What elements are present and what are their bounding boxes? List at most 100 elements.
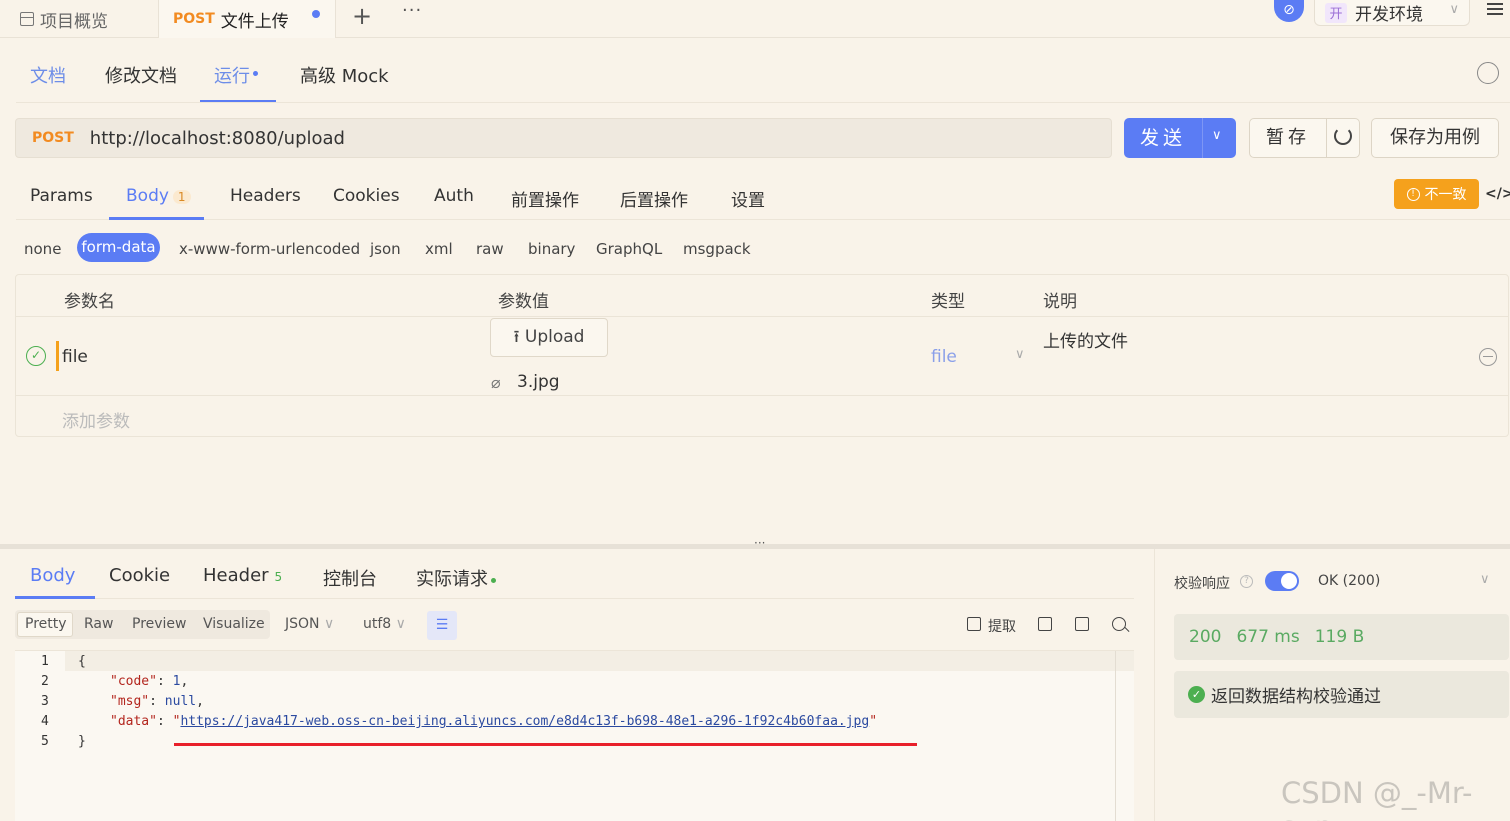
tab-cookies[interactable]: Cookies — [333, 186, 400, 206]
top-tab-bar: 项目概览 POST 文件上传 + ··· ⊘ 开 开发环境 ∨ — [0, 0, 1510, 38]
body-type-binary[interactable]: binary — [528, 240, 575, 258]
chevron-down-icon: ∨ — [323, 616, 335, 632]
tab-params[interactable]: Params — [30, 186, 93, 206]
resp-tab-console[interactable]: 控制台 — [323, 565, 377, 591]
format-select[interactable]: JSON ∨ — [285, 616, 334, 632]
json-link[interactable]: https://java417-web.oss-cn-beijing.aliyu… — [180, 714, 869, 729]
tab-file-upload[interactable]: POST 文件上传 — [158, 0, 336, 38]
url-input[interactable]: http://localhost:8080/upload — [90, 128, 345, 149]
validate-label: 校验响应 — [1174, 576, 1230, 592]
json-key: "code" — [110, 674, 157, 689]
save-as-case-button[interactable]: 保存为用例 — [1371, 118, 1499, 158]
body-type-urlencoded[interactable]: x-www-form-urlencoded — [179, 240, 360, 258]
col-header-name: 参数名 — [64, 292, 115, 312]
file-name[interactable]: 3.jpg — [517, 372, 560, 392]
resp-tab-actual[interactable]: 实际请求 — [416, 565, 496, 591]
edit-icon[interactable] — [1477, 62, 1499, 84]
wrap-lines-icon[interactable]: ☰ — [427, 611, 457, 640]
resp-tab-header[interactable]: Header 5 — [203, 565, 282, 586]
status-text: OK (200) — [1318, 573, 1381, 589]
extract-button[interactable]: 提取 — [988, 616, 1016, 636]
tab-label: 文件上传 — [220, 11, 289, 32]
check-circle-icon[interactable]: ✓ — [26, 346, 46, 366]
body-type-msgpack[interactable]: msgpack — [683, 240, 751, 258]
environment-select[interactable]: 开 开发环境 ∨ — [1314, 0, 1470, 26]
resp-tab-body[interactable]: Body — [30, 565, 75, 586]
divider — [1326, 119, 1327, 157]
mismatch-button[interactable]: ! 不一致 — [1394, 179, 1479, 209]
body-type-graphql[interactable]: GraphQL — [596, 240, 662, 258]
line-number: 1 — [41, 654, 49, 669]
body-type-raw[interactable]: raw — [476, 240, 504, 258]
col-header-type: 类型 — [931, 292, 965, 312]
json-value: 1 — [172, 674, 181, 689]
method-label[interactable]: POST — [32, 130, 74, 146]
status-dot-icon — [491, 577, 496, 583]
param-name[interactable]: file — [62, 347, 88, 367]
param-desc[interactable]: 上传的文件 — [1043, 327, 1128, 352]
body-type-none[interactable]: none — [24, 240, 61, 258]
copy-icon[interactable] — [1075, 617, 1089, 631]
code-line: "code": 1, — [110, 674, 189, 689]
tab-auth[interactable]: Auth — [434, 186, 474, 206]
code-icon[interactable]: </> — [1485, 186, 1510, 202]
url-bar[interactable]: POST http://localhost:8080/upload — [15, 118, 1112, 158]
upload-button[interactable]: ⭱ Upload — [490, 318, 608, 357]
status-dot-icon — [253, 70, 258, 76]
view-pretty[interactable]: Pretty — [25, 616, 67, 632]
nav-mock[interactable]: 高级 Mock — [300, 62, 389, 88]
validate-result: ✓ 返回数据结构校验通过 — [1174, 671, 1509, 718]
sync-icon[interactable]: ⊘ — [1274, 0, 1304, 22]
response-editor[interactable]: 1 2 3 4 5 { "code": 1, "msg": null, "dat… — [15, 650, 1134, 821]
send-button[interactable]: 发送 ∨ — [1124, 118, 1236, 158]
nav-run[interactable]: 运行 — [214, 62, 258, 88]
download-icon[interactable] — [1038, 617, 1052, 631]
validate-toggle[interactable] — [1265, 571, 1299, 591]
nav-edit-doc[interactable]: 修改文档 — [105, 62, 177, 88]
doc-nav: 文档 修改文档 运行 高级 Mock — [16, 48, 1510, 103]
active-underline — [109, 217, 204, 220]
tab-body[interactable]: Body 1 — [126, 186, 191, 206]
active-underline — [200, 100, 276, 102]
tab-project-overview[interactable]: 项目概览 — [0, 0, 158, 38]
chevron-down-icon[interactable]: ∨ — [1015, 347, 1025, 362]
param-type-select[interactable]: file — [931, 347, 957, 367]
extract-icon[interactable] — [967, 617, 981, 631]
tab-post-ops[interactable]: 后置操作 — [620, 186, 688, 211]
body-type-xml[interactable]: xml — [425, 240, 453, 258]
encoding-select[interactable]: utf8 ∨ — [363, 616, 406, 632]
resp-tab-actual-label: 实际请求 — [416, 569, 488, 590]
chevron-down-icon[interactable]: ∨ — [1480, 572, 1490, 587]
body-type-json[interactable]: json — [370, 240, 401, 258]
view-visualize[interactable]: Visualize — [203, 616, 265, 632]
view-raw[interactable]: Raw — [84, 616, 113, 632]
paperclip-icon: ⌀ — [491, 373, 501, 392]
scrollbar[interactable] — [1115, 651, 1116, 821]
menu-icon[interactable] — [1487, 3, 1503, 15]
params-table: 参数名 参数值 类型 说明 ✓ file ⭱ Upload ⌀ 3.jpg fi… — [15, 274, 1509, 437]
chevron-down-icon: ∨ — [1449, 2, 1459, 17]
tab-pre-ops[interactable]: 前置操作 — [511, 186, 579, 211]
refresh-icon[interactable] — [1334, 127, 1352, 145]
view-preview[interactable]: Preview — [132, 616, 187, 632]
response-tabs: Body Cookie Header 5 控制台 实际请求 — [15, 551, 1134, 599]
remove-circle-icon[interactable] — [1479, 348, 1497, 366]
more-tabs-button[interactable]: ··· — [402, 0, 422, 21]
save-temp-label: 暂存 — [1266, 127, 1310, 148]
line-gutter: 1 2 3 4 5 — [15, 651, 65, 821]
drag-handle-icon[interactable]: ··· — [754, 536, 765, 550]
resp-tab-header-label: Header — [203, 565, 269, 586]
add-param-input[interactable]: 添加参数 — [62, 407, 130, 432]
current-line-highlight — [65, 651, 1134, 671]
nav-doc[interactable]: 文档 — [30, 62, 66, 88]
tab-headers[interactable]: Headers — [230, 186, 301, 206]
code-line: { — [78, 654, 86, 669]
search-icon[interactable] — [1112, 617, 1126, 631]
resp-tab-cookie[interactable]: Cookie — [109, 565, 170, 586]
chevron-down-icon[interactable]: ∨ — [1212, 128, 1222, 143]
save-temp-button[interactable]: 暂存 — [1249, 118, 1360, 158]
new-tab-button[interactable]: + — [352, 2, 372, 30]
body-type-form-data[interactable]: form-data — [77, 233, 160, 262]
tab-settings[interactable]: 设置 — [731, 186, 765, 211]
help-icon[interactable]: ? — [1240, 575, 1253, 588]
